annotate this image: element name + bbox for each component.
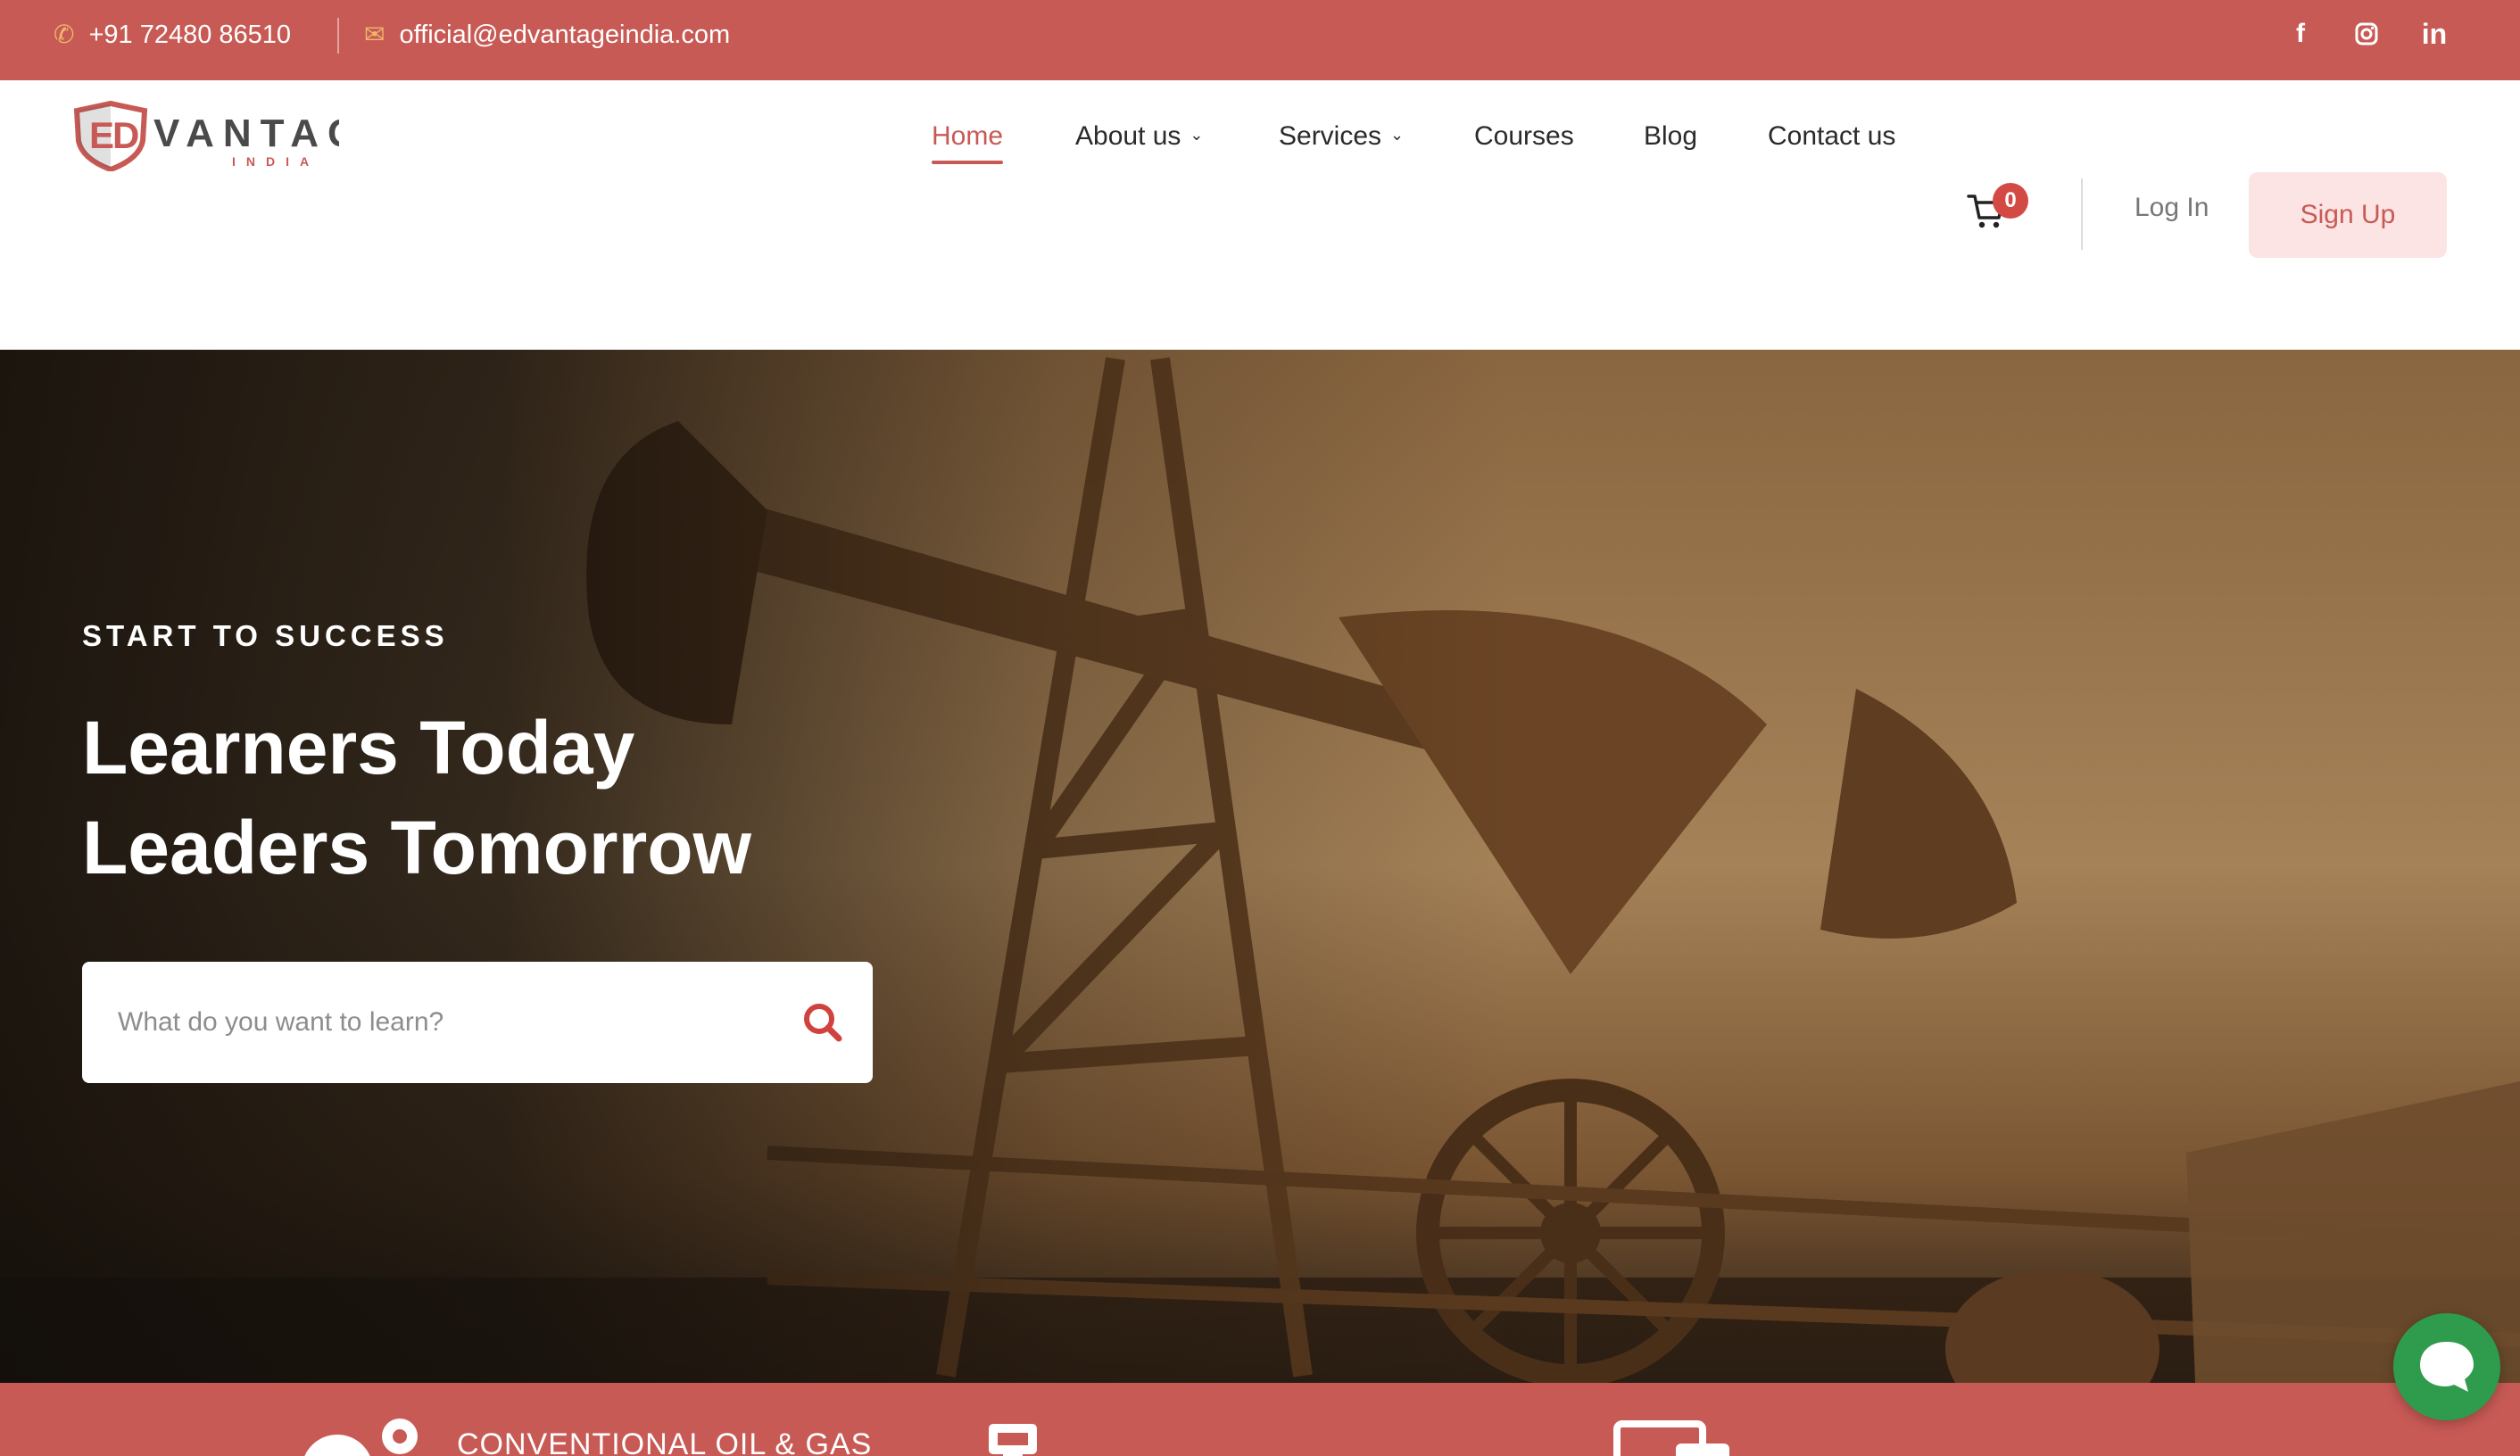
email-contact[interactable]: ✉ official@edvantageindia.com bbox=[364, 0, 730, 70]
hero-headline-line2: Leaders Tomorrow bbox=[82, 806, 751, 889]
linkedin-icon[interactable]: in bbox=[2415, 14, 2454, 54]
services-strip: CONVENTIONAL OIL & GAS bbox=[0, 1383, 2520, 1456]
envelope-icon: ✉ bbox=[364, 21, 385, 48]
chevron-down-icon: ⌄ bbox=[1190, 126, 1204, 145]
logo-sub: INDIA bbox=[232, 154, 319, 169]
nav-services[interactable]: Services ⌄ bbox=[1279, 114, 1404, 159]
phone-number[interactable]: +91 72480 86510 bbox=[88, 21, 291, 50]
nav-about-us-label: About us bbox=[1075, 121, 1181, 151]
chat-bubble-icon bbox=[2420, 1342, 2474, 1392]
gears-icon bbox=[304, 1419, 418, 1456]
chevron-down-icon: ⌄ bbox=[1390, 126, 1405, 145]
nav-courses[interactable]: Courses bbox=[1474, 114, 1574, 159]
instagram-glyph bbox=[2355, 22, 2378, 46]
logo-ed-text: E bbox=[89, 114, 114, 156]
nav-divider bbox=[2081, 178, 2083, 250]
nav-home[interactable]: Home bbox=[932, 114, 1004, 164]
login-link[interactable]: Log In bbox=[2135, 193, 2209, 223]
nav-services-label: Services bbox=[1279, 121, 1382, 151]
edvantage-logo[interactable]: E D VANTAGE INDIA bbox=[71, 100, 394, 173]
logo-word: VANTAGE bbox=[153, 112, 339, 155]
email-address[interactable]: official@edvantageindia.com bbox=[399, 21, 730, 50]
devices-icon bbox=[1613, 1420, 1729, 1456]
logo-mark: E D VANTAGE INDIA bbox=[73, 100, 394, 173]
nav-about-us[interactable]: About us ⌄ bbox=[1075, 114, 1204, 159]
top-contact-bar: ✆ +91 72480 86510 ✉ official@edvantagein… bbox=[0, 0, 2520, 80]
contact-divider bbox=[337, 18, 339, 54]
search-glyph bbox=[804, 1004, 842, 1042]
search-input[interactable] bbox=[118, 996, 796, 1049]
svg-text:D: D bbox=[112, 114, 139, 156]
instagram-icon[interactable] bbox=[2347, 14, 2386, 54]
monitor-icon bbox=[989, 1424, 1037, 1456]
phone-icon: ✆ bbox=[54, 21, 75, 48]
search-icon[interactable] bbox=[796, 996, 850, 1049]
hero-headline-line1: Learners Today bbox=[82, 706, 635, 790]
nav-contact-us[interactable]: Contact us bbox=[1768, 114, 1895, 159]
phone-contact[interactable]: ✆ +91 72480 86510 bbox=[54, 0, 291, 70]
hero-eyebrow: START TO SUCCESS bbox=[82, 619, 449, 652]
facebook-icon[interactable]: f bbox=[2281, 14, 2320, 54]
hero-headline: Learners Today Leaders Tomorrow bbox=[82, 698, 751, 898]
cart-count-badge: 0 bbox=[1993, 183, 2028, 219]
course-search-box bbox=[82, 962, 873, 1083]
chat-widget-button[interactable] bbox=[2393, 1313, 2500, 1420]
nav-blog[interactable]: Blog bbox=[1644, 114, 1697, 159]
signup-button[interactable]: Sign Up bbox=[2249, 172, 2447, 258]
hero-banner: START TO SUCCESS Learners Today Leaders … bbox=[0, 350, 2520, 1383]
strip-label-conventional[interactable]: CONVENTIONAL OIL & GAS bbox=[457, 1427, 872, 1456]
